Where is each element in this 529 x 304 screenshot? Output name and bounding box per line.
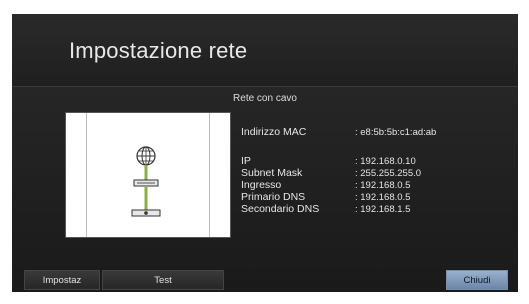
subnet-mask-label: Subnet Mask (241, 167, 303, 179)
gateway-value: : 192.168.0.5 (355, 180, 411, 191)
ip-value: : 192.168.0.10 (355, 156, 416, 167)
test-button[interactable]: Test (102, 270, 224, 290)
gateway-label: Ingresso (241, 179, 282, 191)
settings-button-label: Impostaz (42, 274, 82, 286)
mac-address-label: Indirizzo MAC (241, 126, 307, 138)
close-button[interactable]: Chiudi (446, 270, 508, 290)
network-settings-screen: Impostazione rete Rete con cavo Indirizz… (12, 14, 518, 292)
subnet-mask-value: : 255.255.255.0 (355, 168, 422, 179)
ip-label: IP (241, 155, 251, 167)
page-title: Impostazione rete (69, 38, 248, 63)
network-diagram (65, 112, 231, 238)
title-band: Impostazione rete (12, 14, 518, 86)
primary-dns-label: Primario DNS (241, 191, 306, 203)
mac-address-value: : e8:5b:5b:c1:ad:ab (355, 127, 437, 138)
secondary-dns-value: : 192.168.1.5 (355, 204, 411, 215)
router-icon (133, 179, 159, 187)
close-button-label: Chiudi (463, 274, 491, 286)
connection-type-label: Rete con cavo (233, 93, 297, 104)
secondary-dns-label: Secondario DNS (241, 203, 320, 215)
settings-button[interactable]: Impostaz (24, 270, 100, 290)
test-button-label: Test (154, 274, 172, 286)
globe-icon (136, 146, 156, 166)
connection-diagram-graphic (131, 146, 161, 217)
primary-dns-value: : 192.168.0.5 (355, 192, 411, 203)
device-icon (131, 209, 161, 217)
